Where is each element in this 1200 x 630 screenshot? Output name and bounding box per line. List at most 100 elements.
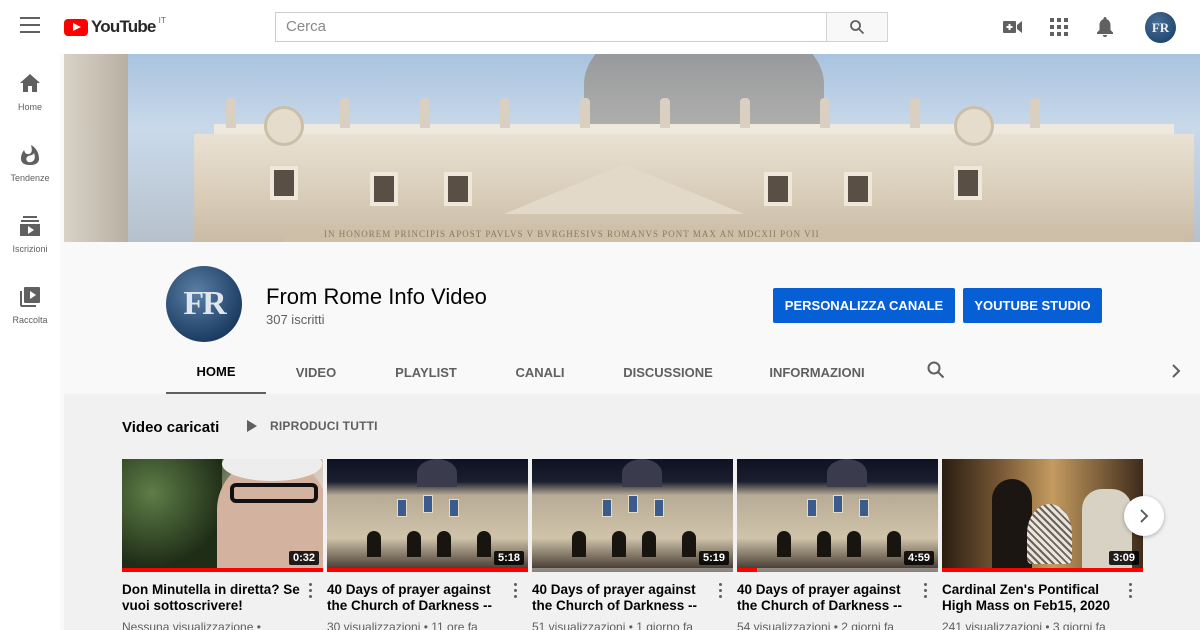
video-thumbnail[interactable]: 5:18 [327,459,528,572]
tab-about[interactable]: INFORMAZIONI [762,350,872,394]
banner-statue [740,98,750,128]
subscriber-count: 307 iscritti [266,312,325,327]
more-options-icon[interactable] [309,583,313,599]
tab-discussion[interactable]: DISCUSSIONE [618,350,718,394]
banner-statue [910,98,920,128]
video-card[interactable]: 0:32 Don Minutella in diretta? Se vuoi s… [122,459,323,630]
menu-icon[interactable] [20,17,40,35]
apps-grid-icon[interactable] [1046,14,1072,40]
more-options-icon[interactable] [924,583,928,599]
video-thumbnail[interactable]: 3:09 [942,459,1143,572]
tabs-chevron-right-icon[interactable] [1170,362,1182,385]
thumb-art [859,499,869,517]
sidebar-item-trending[interactable]: Tendenze [0,135,60,195]
banner-window [954,166,982,200]
search-button[interactable] [826,12,888,42]
thumb-art [833,495,843,513]
shelf-next-button[interactable] [1124,496,1164,536]
thumb-art [417,459,457,487]
channel-banner: IN HONOREM PRINCIPIS APOST PAVLVS V BVRG… [64,54,1200,242]
sidebar-item-label: Home [17,102,42,112]
more-options-icon[interactable] [1129,583,1133,599]
banner-statue [420,98,430,128]
flame-icon [21,145,39,165]
banner-clock-left [264,106,304,146]
create-video-icon[interactable] [1000,14,1026,40]
video-duration: 0:32 [288,551,319,565]
sidebar-item-label: Raccolta [12,315,48,325]
video-card[interactable]: 3:09 Cardinal Zen's Pontifical High Mass… [942,459,1143,630]
account-avatar[interactable]: FR [1145,12,1176,43]
channel-search-icon[interactable] [926,360,946,385]
tab-playlist[interactable]: PLAYLIST [388,350,464,394]
thumb-art [807,499,817,517]
thumb-art [367,531,381,557]
home-icon [20,74,40,92]
thumb-art [1027,504,1072,564]
sidebar-item-home[interactable]: Home [0,64,60,124]
banner-statue [1030,98,1040,128]
tab-home[interactable]: HOME [166,350,266,394]
video-title[interactable]: 40 Days of prayer against the Church of … [327,582,507,614]
sidebar-item-label: Iscrizioni [12,244,48,254]
sidebar-item-label: Tendenze [10,173,50,183]
progress-track [737,568,938,572]
customize-channel-button[interactable]: PERSONALIZZA CANALE [773,288,955,323]
banner-pillar [64,54,128,242]
video-duration: 3:09 [1108,551,1139,565]
thumb-art [407,531,421,557]
video-meta: 241 visualizzazioni • 3 giorni fa [942,620,1106,630]
notifications-bell-icon[interactable] [1092,14,1118,40]
banner-frieze-inscription: IN HONOREM PRINCIPIS APOST PAVLVS V BVRG… [284,229,1184,242]
banner-statue [580,98,590,128]
video-thumbnail[interactable]: 5:19 [532,459,733,572]
youtube-studio-button[interactable]: YOUTUBE STUDIO [963,288,1102,323]
banner-clock-right [954,106,994,146]
tab-channels[interactable]: CANALI [508,350,572,394]
thumb-art [230,483,318,503]
watch-progress-bar [122,568,323,572]
channel-name: From Rome Info Video [266,284,487,309]
video-title[interactable]: Cardinal Zen's Pontifical High Mass on F… [942,582,1122,614]
video-duration: 4:59 [903,551,934,565]
watch-progress-bar [327,568,528,572]
thumb-art [887,531,901,557]
sidebar-item-library[interactable]: Raccolta [0,277,60,337]
sidebar-item-subscriptions[interactable]: Iscrizioni [0,206,60,266]
thumb-art [449,499,459,517]
banner-window [370,172,398,206]
thumb-art [477,531,491,557]
video-card[interactable]: 5:19 40 Days of prayer against the Churc… [532,459,733,630]
banner-statue [500,98,510,128]
country-code: IT [158,15,166,25]
channel-tabs: HOME VIDEO PLAYLIST CANALI DISCUSSIONE I… [166,350,1200,394]
video-meta: 54 visualizzazioni • 2 giorni fa [737,620,894,630]
banner-window [270,166,298,200]
banner-statue [226,98,236,128]
play-all-label: RIPRODUCI TUTTI [270,419,378,433]
thumb-art [777,531,791,557]
video-title[interactable]: 40 Days of prayer against the Church of … [532,582,712,614]
more-options-icon[interactable] [514,583,518,599]
shelf-title: Video caricati [122,419,220,436]
search-input[interactable]: Cerca [275,12,826,42]
thumb-art [642,531,656,557]
youtube-logo[interactable]: YouTube IT [64,16,166,38]
thumb-art [602,499,612,517]
subscriptions-icon [20,216,40,236]
top-bar: YouTube IT Cerca FR [0,0,1200,54]
banner-window [844,172,872,206]
video-thumbnail[interactable]: 4:59 [737,459,938,572]
video-thumbnail[interactable]: 0:32 [122,459,323,572]
banner-window [444,172,472,206]
video-title[interactable]: 40 Days of prayer against the Church of … [737,582,917,614]
video-title[interactable]: Don Minutella in diretta? Se vuoi sottos… [122,582,302,614]
video-card[interactable]: 4:59 40 Days of prayer against the Churc… [737,459,938,630]
more-options-icon[interactable] [719,583,723,599]
library-icon [20,287,40,307]
play-all-button[interactable]: RIPRODUCI TUTTI [247,419,378,433]
thumb-art [397,499,407,517]
video-card[interactable]: 5:18 40 Days of prayer against the Churc… [327,459,528,630]
tab-video[interactable]: VIDEO [284,350,348,394]
thumb-art [423,495,433,513]
